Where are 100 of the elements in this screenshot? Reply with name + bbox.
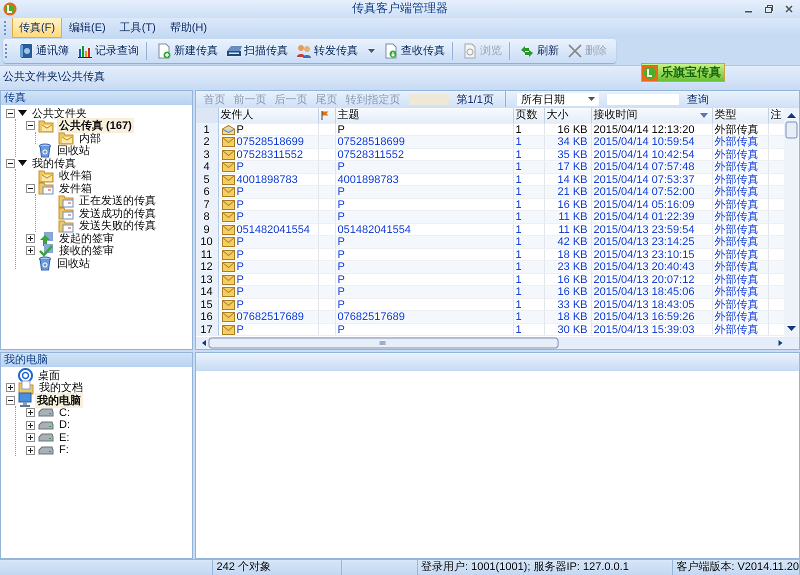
tree-item[interactable]: 发件箱 bbox=[57, 180, 94, 196]
tree-item[interactable]: 回收站 bbox=[55, 143, 92, 158]
tree-item[interactable]: 正在发送的传真 bbox=[77, 193, 158, 208]
toolbar-button[interactable]: 刷新 bbox=[516, 42, 562, 60]
trash-icon bbox=[38, 143, 52, 158]
tree-item[interactable]: 发送失败的传真 bbox=[77, 218, 158, 234]
table-cell: 2015/04/14 10:59:54 bbox=[592, 136, 713, 149]
tree-item[interactable]: 接收的签审 bbox=[57, 243, 116, 258]
table-cell: 051482041554 bbox=[236, 224, 310, 236]
table-cell: 2015/04/13 16:59:26 bbox=[592, 311, 713, 324]
envelope-icon bbox=[222, 124, 235, 135]
restore-icon[interactable] bbox=[764, 4, 774, 14]
column-header[interactable]: 类型 bbox=[712, 108, 769, 124]
toolbar-button[interactable]: 转发传真 bbox=[293, 42, 378, 60]
expand-icon[interactable] bbox=[6, 383, 15, 392]
page-indicator: 第1/1页 bbox=[456, 92, 494, 107]
toolbar-button[interactable]: 扫描传真 bbox=[223, 42, 291, 60]
collapse-icon[interactable] bbox=[26, 121, 35, 130]
drive-icon bbox=[38, 446, 54, 455]
table-cell: 2015/04/13 18:45:06 bbox=[592, 286, 713, 299]
expand-icon[interactable] bbox=[26, 446, 35, 455]
tree-item[interactable]: 收件箱 bbox=[57, 168, 94, 184]
table-cell: 30 KB bbox=[544, 324, 592, 336]
date-dropdown[interactable]: 所有日期 bbox=[516, 92, 599, 106]
table-cell: P bbox=[236, 124, 244, 136]
drive-icon bbox=[38, 420, 54, 430]
toolbar-button[interactable]: 通讯簿 bbox=[15, 42, 72, 60]
tree-item[interactable]: 发送成功的传真 bbox=[77, 206, 158, 221]
column-header[interactable] bbox=[318, 108, 336, 124]
envelope-icon bbox=[222, 162, 235, 172]
close-icon[interactable] bbox=[784, 4, 794, 14]
scrollbar[interactable] bbox=[784, 108, 799, 337]
envelope-icon bbox=[222, 300, 235, 310]
page-field[interactable] bbox=[408, 94, 449, 105]
menu-item[interactable]: 帮助(H) bbox=[162, 17, 214, 38]
expand-icon[interactable] bbox=[26, 234, 35, 243]
expand-icon[interactable] bbox=[26, 420, 35, 430]
folder-icon bbox=[58, 218, 74, 233]
column-header[interactable]: 页数 bbox=[514, 108, 545, 124]
table-cell: 23 KB bbox=[544, 261, 592, 274]
menu-item[interactable]: 传真(F) bbox=[12, 17, 62, 38]
folder-icon bbox=[18, 380, 34, 396]
envelope-icon bbox=[222, 312, 235, 322]
table-cell: P bbox=[236, 286, 244, 298]
column-header[interactable]: 大小 bbox=[544, 108, 592, 124]
menu-item[interactable]: 工具(T) bbox=[112, 17, 163, 38]
column-header[interactable]: 发件人 bbox=[218, 108, 319, 124]
table-cell: 2015/04/13 15:39:03 bbox=[592, 324, 713, 336]
row-number: 10 bbox=[196, 236, 219, 249]
toolbar-button[interactable]: 记录查询 bbox=[74, 42, 147, 60]
status-text: 242 个对象 bbox=[213, 560, 342, 575]
table-cell: 4001898783 bbox=[236, 174, 298, 186]
tree-item[interactable]: C: bbox=[57, 406, 72, 419]
envelope-icon bbox=[222, 224, 235, 235]
search-link[interactable]: 查询 bbox=[686, 92, 709, 107]
expand-icon[interactable] bbox=[26, 433, 35, 442]
collapse-icon[interactable] bbox=[26, 184, 35, 193]
expand-icon[interactable] bbox=[26, 408, 35, 418]
table-cell: 2015/04/13 20:40:43 bbox=[592, 261, 713, 274]
toolbar-button[interactable]: 新建传真 bbox=[153, 42, 221, 60]
tree-item[interactable]: 内部 bbox=[77, 130, 103, 146]
tree-item[interactable]: 我的电脑 bbox=[35, 392, 83, 408]
tree-item[interactable]: E: bbox=[57, 432, 72, 444]
envelope-icon bbox=[222, 274, 235, 285]
tree-item[interactable]: 公共传真 (167) bbox=[57, 118, 134, 134]
table-corner bbox=[196, 108, 219, 124]
row-number: 9 bbox=[196, 224, 219, 236]
check-icon bbox=[38, 243, 54, 258]
logo-icon bbox=[3, 2, 17, 16]
tree-item[interactable]: F: bbox=[57, 444, 71, 456]
tree-item[interactable]: D: bbox=[57, 419, 72, 432]
envelope-icon bbox=[222, 250, 235, 260]
collapse-icon[interactable] bbox=[6, 158, 15, 168]
tree-item[interactable]: 发起的签审 bbox=[57, 230, 116, 246]
tree-item[interactable]: 公共文件夹 bbox=[30, 106, 89, 121]
collapse-icon[interactable] bbox=[6, 396, 15, 405]
table-cell: 2015/04/13 23:14:25 bbox=[592, 236, 713, 249]
row-number: 13 bbox=[196, 274, 219, 286]
table-cell: 07528518699 bbox=[236, 136, 304, 148]
row-number: 7 bbox=[196, 198, 219, 212]
tree-item[interactable]: 回收站 bbox=[55, 256, 92, 271]
toolbar-button[interactable]: 查收传真 bbox=[380, 42, 453, 60]
search-field[interactable] bbox=[606, 94, 679, 105]
scrollbar[interactable] bbox=[196, 336, 799, 349]
collapse-icon[interactable] bbox=[6, 108, 15, 118]
column-label: 接收时间 bbox=[594, 109, 638, 122]
table-cell: 2015/04/14 01:22:39 bbox=[592, 211, 713, 224]
table-cell: 34 KB bbox=[544, 136, 592, 149]
caret-icon bbox=[18, 110, 27, 116]
tree-item[interactable]: 桌面 bbox=[36, 368, 62, 383]
tree-item[interactable]: 我的传真 bbox=[30, 156, 78, 171]
table-cell: P bbox=[236, 186, 244, 198]
table-cell: P bbox=[336, 211, 514, 224]
folder-icon bbox=[38, 181, 54, 196]
expand-icon[interactable] bbox=[26, 246, 35, 256]
column-header[interactable]: 主题 bbox=[336, 108, 514, 124]
menu-item[interactable]: 编辑(E) bbox=[62, 17, 113, 38]
drive-icon bbox=[38, 433, 54, 442]
tree-item[interactable]: 我的文档 bbox=[37, 380, 85, 396]
computer-icon bbox=[18, 392, 32, 408]
